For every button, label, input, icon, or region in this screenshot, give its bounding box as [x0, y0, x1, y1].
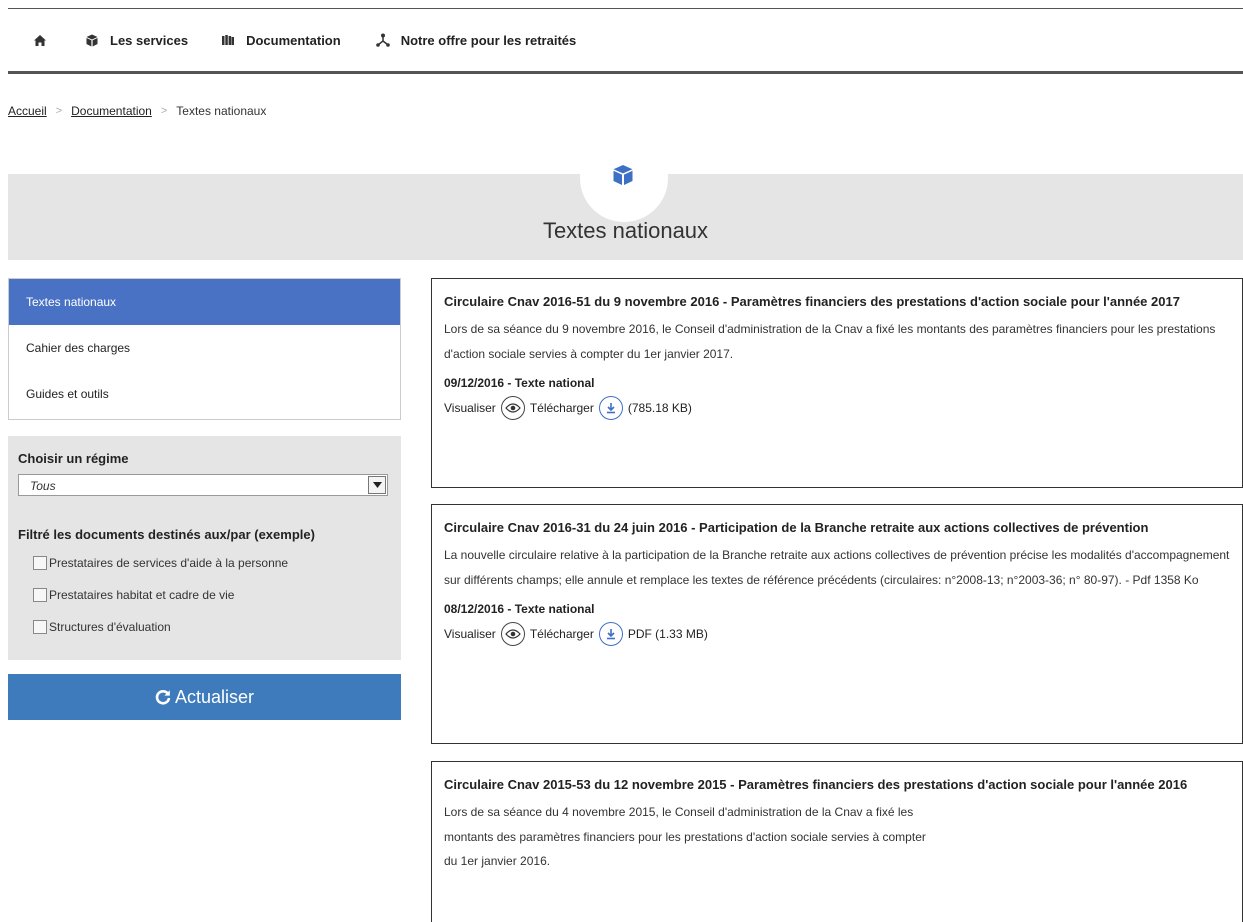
result-title[interactable]: Circulaire Cnav 2015-53 du 12 novembre 2…	[444, 772, 1230, 797]
result-description-line: Lors de sa séance du 4 novembre 2015, le…	[444, 805, 914, 819]
result-card: Circulaire Cnav 2016-31 du 24 juin 2016 …	[431, 504, 1243, 744]
breadcrumb: Accueil > Documentation > Textes nationa…	[8, 104, 266, 118]
books-icon	[220, 32, 236, 48]
regime-select-value: Tous	[30, 479, 56, 493]
view-link[interactable]: Visualiser	[444, 627, 496, 641]
filter-option-habitat[interactable]: Prestataires habitat et cadre de vie	[33, 588, 234, 602]
filter-option-label: Prestataires de services d'aide à la per…	[49, 556, 289, 570]
result-actions: Visualiser Télécharger (785.18 KB)	[444, 396, 1230, 420]
breadcrumb-separator-icon: >	[55, 105, 63, 117]
filter-panel: Choisir un régime Tous Filtré les docume…	[8, 436, 401, 660]
nav-documentation-label: Documentation	[246, 32, 341, 48]
checkbox[interactable]	[33, 620, 47, 634]
page-title: Textes nationaux	[542, 218, 709, 243]
cube-icon	[84, 32, 100, 48]
refresh-icon	[155, 689, 171, 705]
nav-offer-retirees[interactable]: Notre offre pour les retraités	[375, 24, 577, 56]
sidebar-item-guides-et-outils[interactable]: Guides et outils	[9, 371, 400, 417]
result-meta: 09/12/2016 - Texte national	[444, 376, 595, 390]
sidebar-menu: Textes nationaux Cahier des charges Guid…	[8, 278, 401, 420]
result-description-line: montants des paramètres financiers pour …	[444, 829, 926, 844]
nav-services-label: Les services	[110, 32, 189, 48]
result-title[interactable]: Circulaire Cnav 2016-51 du 9 novembre 20…	[444, 289, 1230, 314]
view-link[interactable]: Visualiser	[444, 401, 496, 415]
nav-offer-label: Notre offre pour les retraités	[400, 32, 577, 48]
download-link[interactable]: Télécharger	[530, 627, 594, 641]
regime-label: Choisir un régime	[18, 451, 129, 466]
result-description: Lors de sa séance du 4 novembre 2015, le…	[444, 800, 1230, 874]
home-icon	[32, 32, 48, 48]
filter-option-aide-personne[interactable]: Prestataires de services d'aide à la per…	[33, 556, 288, 570]
dropdown-arrow-icon[interactable]	[368, 476, 386, 494]
top-navigation: Les services Documentation Notre offre p…	[8, 8, 1243, 74]
nav-documentation[interactable]: Documentation	[220, 24, 341, 56]
download-icon[interactable]	[598, 396, 623, 420]
result-card: Circulaire Cnav 2016-51 du 9 novembre 20…	[431, 278, 1243, 488]
breadcrumb-home-link[interactable]: Accueil	[8, 104, 47, 118]
nav-home[interactable]	[32, 24, 58, 56]
result-description: La nouvelle circulaire relative à la par…	[444, 548, 1230, 587]
result-description-line: du 1er janvier 2016.	[444, 854, 551, 868]
sidebar-item-label: Guides et outils	[26, 387, 109, 401]
filter-option-label: Structures d'évaluation	[49, 620, 171, 634]
breadcrumb-separator-icon: >	[160, 105, 168, 117]
eye-icon[interactable]	[500, 622, 525, 646]
result-description: Lors de sa séance du 9 novembre 2016, le…	[444, 322, 1216, 361]
download-icon[interactable]	[598, 622, 623, 646]
breadcrumb-current: Textes nationaux	[176, 104, 267, 118]
network-icon	[375, 32, 391, 48]
sidebar-item-label: Textes nationaux	[26, 295, 117, 309]
checkbox[interactable]	[33, 588, 47, 602]
refresh-button[interactable]: Actualiser	[8, 674, 401, 720]
checkbox[interactable]	[33, 556, 47, 570]
result-meta: 08/12/2016 - Texte national	[444, 602, 595, 616]
docs-filter-label: Filtré les documents destinés aux/par (e…	[18, 527, 315, 542]
file-size: (785.18 KB)	[627, 401, 692, 415]
sidebar-item-textes-nationaux[interactable]: Textes nationaux	[9, 279, 400, 325]
refresh-button-label: Actualiser	[174, 686, 255, 707]
filter-option-label: Prestataires habitat et cadre de vie	[49, 588, 235, 602]
result-card: Circulaire Cnav 2015-53 du 12 novembre 2…	[431, 761, 1243, 922]
file-size: PDF (1.33 MB)	[627, 627, 708, 641]
download-link[interactable]: Télécharger	[530, 401, 594, 415]
cube-icon	[612, 164, 634, 186]
result-title[interactable]: Circulaire Cnav 2016-31 du 24 juin 2016 …	[444, 515, 1230, 540]
regime-select[interactable]: Tous	[18, 474, 388, 496]
result-actions: Visualiser Télécharger PDF (1.33 MB)	[444, 622, 1230, 646]
nav-services[interactable]: Les services	[84, 24, 188, 56]
eye-icon[interactable]	[500, 396, 525, 420]
breadcrumb-documentation-link[interactable]: Documentation	[71, 104, 152, 118]
filter-option-structures[interactable]: Structures d'évaluation	[33, 620, 171, 634]
sidebar-item-cahier-des-charges[interactable]: Cahier des charges	[9, 325, 400, 371]
sidebar-item-label: Cahier des charges	[26, 341, 131, 355]
